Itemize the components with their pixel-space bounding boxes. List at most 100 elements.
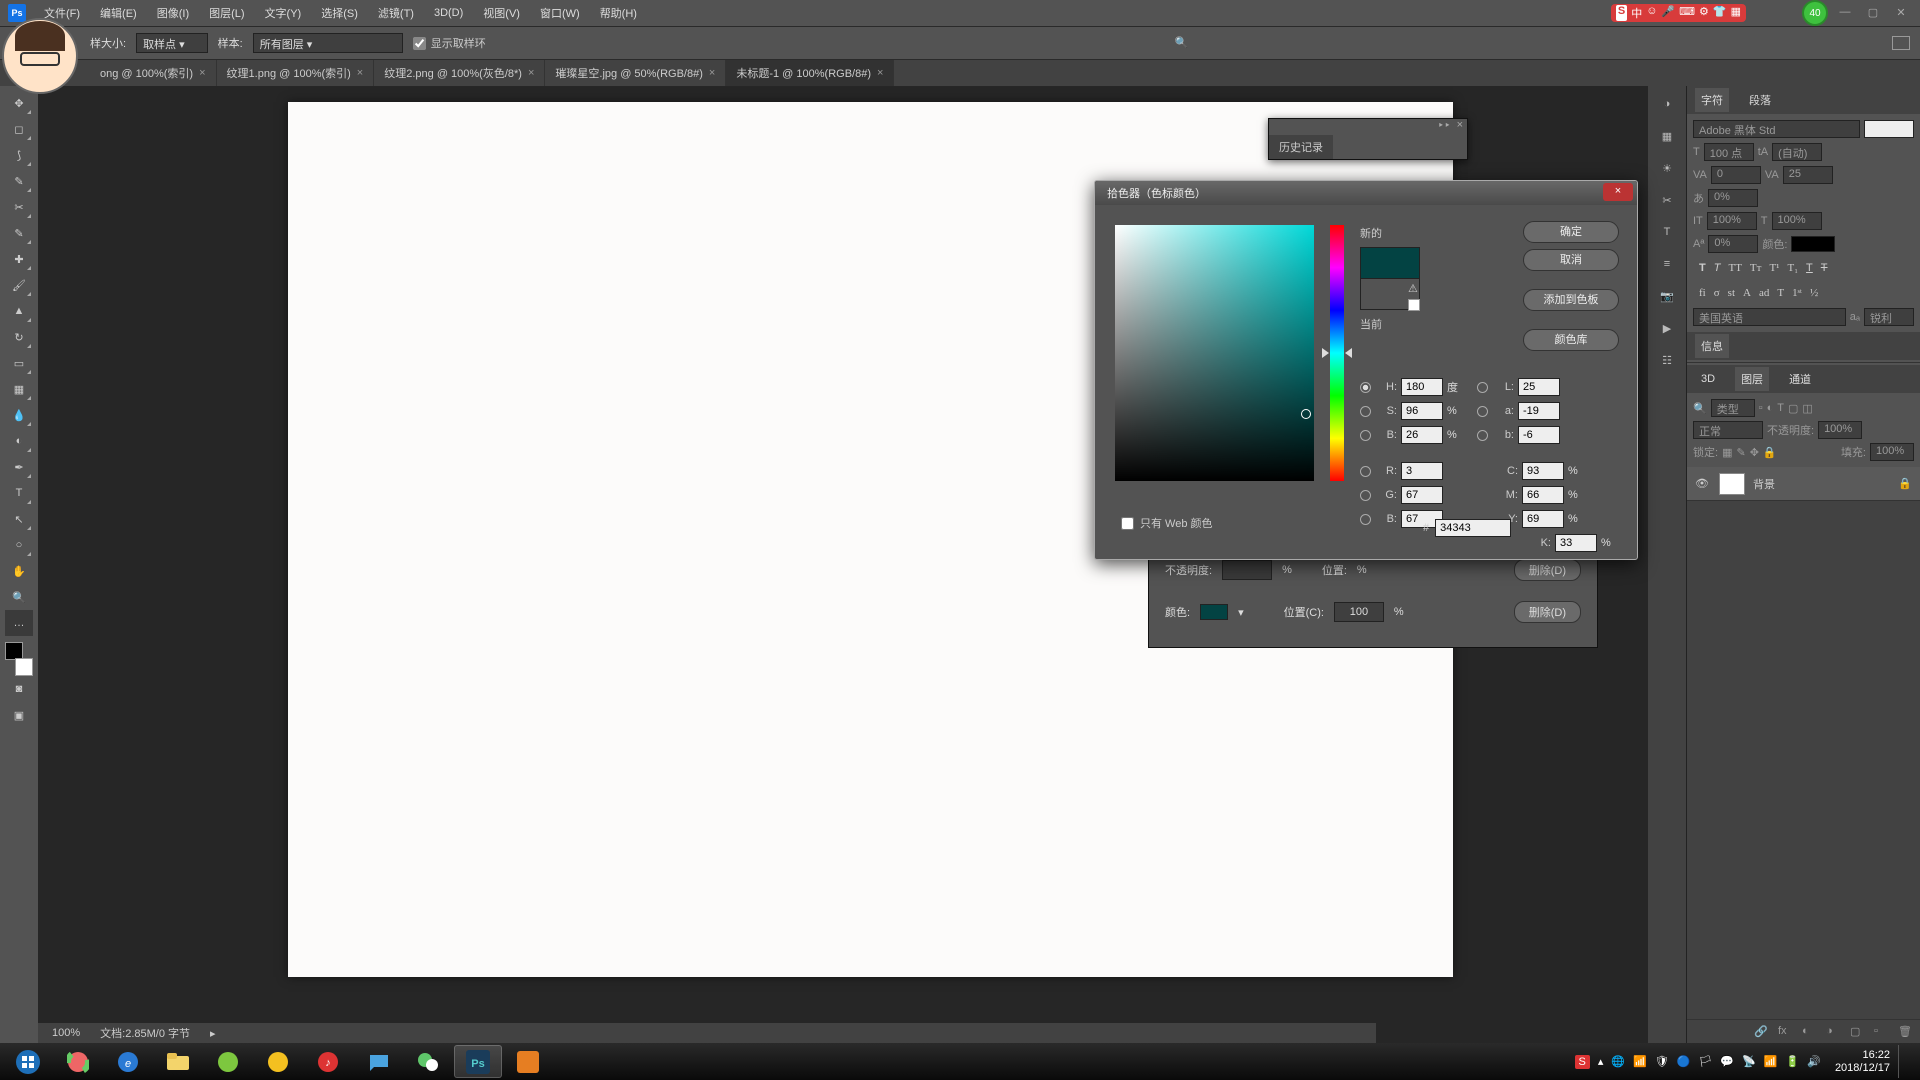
tray-msg-icon[interactable]: 💬 xyxy=(1720,1055,1734,1068)
radio-g[interactable] xyxy=(1360,490,1371,501)
document-tab[interactable]: 未标题-1 @ 100%(RGB/8#)× xyxy=(726,60,894,86)
panel-close-icon[interactable]: × xyxy=(1457,119,1463,135)
tab-close-icon[interactable]: × xyxy=(877,67,883,79)
grad-delete-button[interactable]: 删除(D) xyxy=(1514,601,1581,623)
grad-color-swatch[interactable] xyxy=(1200,604,1228,620)
hex-input[interactable] xyxy=(1435,519,1511,537)
tab-close-icon[interactable]: × xyxy=(528,67,534,79)
tray-net-icon[interactable]: 📡 xyxy=(1742,1055,1756,1068)
filter-shape-icon[interactable]: ▢ xyxy=(1788,402,1798,415)
height-input[interactable]: 100% xyxy=(1707,212,1757,230)
tray-sig-icon[interactable]: 📶 xyxy=(1764,1055,1778,1068)
show-desktop-button[interactable] xyxy=(1898,1045,1908,1078)
ot-sigma[interactable]: σ xyxy=(1714,287,1720,299)
task-app-yellow[interactable] xyxy=(254,1045,302,1078)
r-input[interactable] xyxy=(1401,462,1443,480)
collapse-icon[interactable]: ‣‣ xyxy=(1438,119,1451,135)
font-family-select[interactable]: Adobe 黑体 Std xyxy=(1693,120,1860,138)
task-photoshop[interactable]: Ps xyxy=(454,1045,502,1078)
lab-b-input[interactable] xyxy=(1518,426,1560,444)
menu-3d[interactable]: 3D(D) xyxy=(424,7,473,19)
filter-pixel-icon[interactable]: ▫ xyxy=(1759,402,1763,414)
tab-layers[interactable]: 图层 xyxy=(1735,367,1769,391)
subscript-button[interactable]: T₁ xyxy=(1787,262,1798,274)
text-color-swatch[interactable] xyxy=(1791,236,1835,252)
background-color[interactable] xyxy=(15,658,33,676)
quickmask-tool[interactable]: ◙ xyxy=(5,676,33,702)
strip-text-icon[interactable]: T xyxy=(1656,222,1678,242)
fill-input[interactable]: 100% xyxy=(1870,443,1914,461)
trash-icon[interactable]: 🗑 xyxy=(1898,1025,1912,1039)
font-style-select[interactable] xyxy=(1864,120,1914,138)
menu-select[interactable]: 选择(S) xyxy=(311,5,368,21)
language-select[interactable]: 美国英语 xyxy=(1693,308,1846,326)
g-input[interactable] xyxy=(1401,486,1443,504)
tray-bat-icon[interactable]: 🔋 xyxy=(1786,1055,1800,1068)
ot-st[interactable]: st xyxy=(1728,287,1735,299)
strip-actions-icon[interactable]: ▶ xyxy=(1656,318,1678,338)
c-input[interactable] xyxy=(1522,462,1564,480)
radio-h[interactable] xyxy=(1360,382,1371,393)
smallcaps-button[interactable]: Tᴛ xyxy=(1750,262,1762,274)
sample-size-select[interactable]: 取样点 ▾ xyxy=(136,33,208,53)
eraser-tool[interactable]: ▭ xyxy=(5,350,33,376)
tray-shield-icon[interactable]: 🛡 xyxy=(1655,1055,1669,1068)
history-brush-tool[interactable]: ↻ xyxy=(5,324,33,350)
radio-a[interactable] xyxy=(1477,406,1488,417)
layer-row[interactable]: 👁 背景 🔒 xyxy=(1687,467,1920,501)
vscale-input[interactable]: 0% xyxy=(1708,189,1758,207)
task-chat[interactable] xyxy=(354,1045,402,1078)
link-icon[interactable]: 🔗 xyxy=(1754,1025,1768,1039)
layer-name[interactable]: 背景 xyxy=(1753,476,1775,492)
minimize-button[interactable]: — xyxy=(1834,6,1856,20)
stamp-tool[interactable]: ▲ xyxy=(5,298,33,324)
fx-icon[interactable]: fx xyxy=(1778,1025,1792,1039)
l-input[interactable] xyxy=(1518,378,1560,396)
fill-adj-icon[interactable]: ◑ xyxy=(1826,1025,1840,1039)
quick-select-tool[interactable]: ✎ xyxy=(5,168,33,194)
baseline-input[interactable]: 0% xyxy=(1708,235,1758,253)
tab-close-icon[interactable]: × xyxy=(357,67,363,79)
pen-tool[interactable]: ✒ xyxy=(5,454,33,480)
underline-button[interactable]: T xyxy=(1806,262,1813,274)
sample-layer-select[interactable]: 所有图层 ▾ xyxy=(253,33,403,53)
ot-ad[interactable]: ad xyxy=(1759,287,1769,299)
strip-styles-icon[interactable]: ✂ xyxy=(1656,190,1678,210)
menu-view[interactable]: 视图(V) xyxy=(473,5,530,21)
menu-edit[interactable]: 编辑(E) xyxy=(90,5,147,21)
tray-vol-icon[interactable]: 🔊 xyxy=(1807,1055,1821,1068)
radio-l[interactable] xyxy=(1477,382,1488,393)
dialog-titlebar[interactable]: 拾色器（色标颜色） × xyxy=(1095,181,1637,205)
type-tool[interactable]: T xyxy=(5,480,33,506)
lock-pixel-icon[interactable]: ✎ xyxy=(1736,446,1745,459)
notification-badge[interactable]: 40 xyxy=(1802,0,1828,26)
mask-icon[interactable]: ◐ xyxy=(1802,1025,1816,1039)
tab-history[interactable]: 历史记录 xyxy=(1269,135,1333,159)
kerning-input[interactable]: 0 xyxy=(1711,166,1761,184)
blend-mode-select[interactable]: 正常 xyxy=(1693,421,1763,439)
new-layer-icon[interactable]: ▫ xyxy=(1874,1025,1888,1039)
a-input[interactable] xyxy=(1518,402,1560,420)
menu-type[interactable]: 文字(Y) xyxy=(255,5,312,21)
radio-rgb-b[interactable] xyxy=(1360,514,1371,525)
filter-smart-icon[interactable]: ◫ xyxy=(1802,402,1812,415)
web-only-checkbox[interactable]: 只有 Web 颜色 xyxy=(1121,515,1213,531)
strip-prop-icon[interactable]: ☷ xyxy=(1656,350,1678,370)
crop-tool[interactable]: ✂ xyxy=(5,194,33,220)
tab-channels[interactable]: 通道 xyxy=(1783,367,1817,391)
document-tab[interactable]: 纹理1.png @ 100%(索引)× xyxy=(217,60,375,86)
m-input[interactable] xyxy=(1522,486,1564,504)
hue-slider[interactable] xyxy=(1330,225,1344,481)
grad-location-input[interactable] xyxy=(1334,602,1384,622)
tray-globe-icon[interactable]: 🌐 xyxy=(1611,1055,1625,1068)
arrange-icon[interactable] xyxy=(1892,36,1910,50)
document-tab[interactable]: ong @ 100%(索引)× xyxy=(90,60,217,86)
filter-type-icon[interactable]: T xyxy=(1777,402,1784,414)
h-input[interactable] xyxy=(1401,378,1443,396)
menu-help[interactable]: 帮助(H) xyxy=(590,5,647,21)
tab-3d[interactable]: 3D xyxy=(1695,369,1721,389)
gradient-tool[interactable]: ▦ xyxy=(5,376,33,402)
strip-color-icon[interactable]: ◑ xyxy=(1656,94,1678,114)
tab-close-icon[interactable]: × xyxy=(199,67,205,79)
status-chevron-icon[interactable]: ▸ xyxy=(210,1027,216,1040)
